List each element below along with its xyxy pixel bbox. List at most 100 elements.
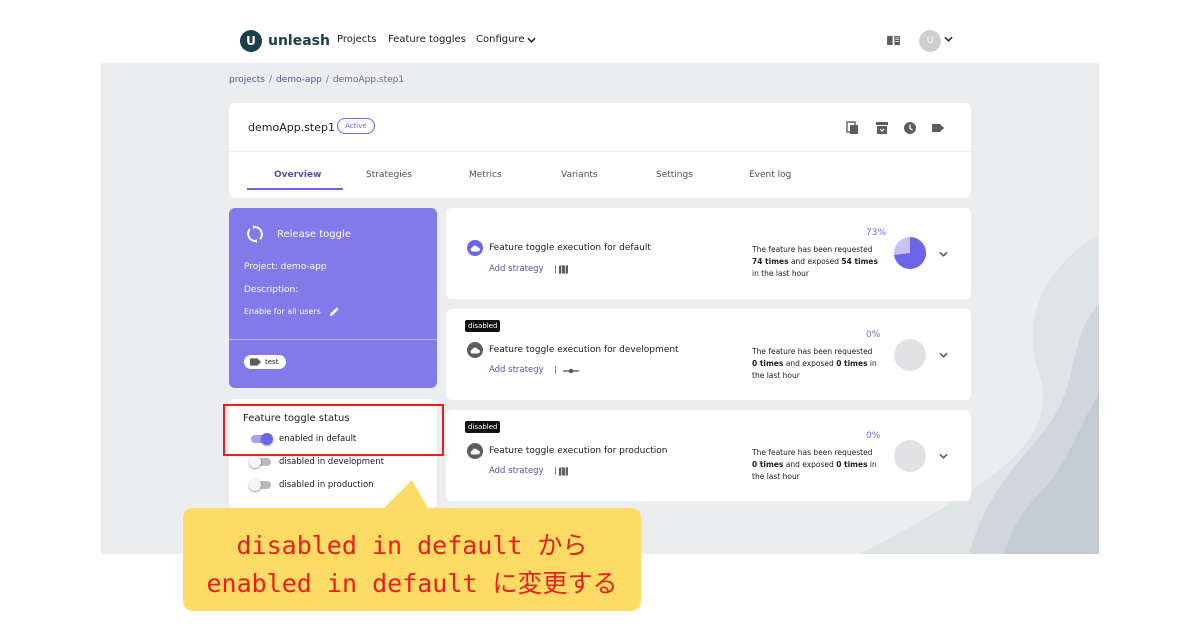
user-avatar[interactable]: U [919, 30, 941, 52]
callout-annotation: disabled in default から enabled in defaul… [183, 508, 641, 611]
main-content: projects / demo-app / demoApp.step1 demo… [101, 63, 1099, 554]
description-label: Description: [244, 285, 299, 295]
history-icon[interactable] [903, 121, 917, 135]
breadcrumb-separator: / [268, 75, 272, 85]
status-row-label: disabled in development [279, 457, 385, 467]
card-divider [229, 339, 437, 340]
nav-configure[interactable]: Configure [476, 34, 537, 45]
environment-card-development: disabled Feature toggle execution for de… [446, 309, 971, 400]
metrics-text: and exposed [783, 359, 837, 368]
metrics-text: The feature has been requested [752, 347, 873, 356]
tab-strategies[interactable]: Strategies [366, 170, 412, 180]
nav-projects[interactable]: Projects [337, 34, 376, 45]
expand-chevron-icon[interactable] [939, 453, 948, 459]
map-icon[interactable] [559, 467, 568, 476]
add-strategy-link[interactable]: Add strategy [489, 466, 544, 476]
tab-settings[interactable]: Settings [656, 170, 693, 180]
metrics-text: in [867, 359, 877, 368]
expand-chevron-icon[interactable] [939, 251, 948, 257]
separator: | [554, 466, 557, 475]
metrics-text: and exposed [788, 257, 842, 266]
breadcrumb: projects / demo-app / demoApp.step1 [229, 75, 404, 85]
cloud-icon [467, 443, 483, 459]
breadcrumb-project-link[interactable]: demo-app [276, 75, 322, 85]
pie-background [894, 440, 926, 472]
cloud-icon [467, 240, 483, 256]
exposure-pie-chart [894, 440, 926, 472]
metrics-text: The feature has been requested [752, 448, 873, 457]
tab-overview[interactable]: Overview [274, 170, 321, 180]
map-icon[interactable] [559, 265, 568, 274]
exposure-pie-chart [894, 237, 926, 269]
tag-chip[interactable]: test [244, 355, 287, 369]
environment-card-production: disabled Feature toggle execution for pr… [446, 410, 971, 501]
pie-background [894, 339, 926, 371]
metrics-text: The feature has been requested [752, 245, 873, 254]
tab-event-log[interactable]: Event log [749, 170, 791, 180]
feature-title: demoApp.step1 [248, 121, 335, 134]
disabled-badge: disabled [465, 421, 501, 433]
copy-icon[interactable] [846, 121, 860, 135]
environment-name: Feature toggle execution for default [489, 243, 651, 253]
chevron-down-icon [527, 37, 537, 43]
exposure-pie-chart [894, 339, 926, 371]
breadcrumb-current: demoApp.step1 [332, 75, 405, 85]
toggle-switch-development[interactable] [249, 455, 273, 469]
add-strategy-link[interactable]: Add strategy [489, 365, 544, 375]
callout-line-2: enabled in default に変更する [206, 569, 618, 598]
nav-feature-toggles[interactable]: Feature toggles [388, 34, 466, 45]
separator: | [554, 365, 557, 374]
project-label: Project: demo-app [244, 262, 327, 272]
status-row-development: disabled in development [249, 455, 384, 469]
status-row-label: disabled in production [279, 480, 374, 490]
breadcrumb-projects-link[interactable]: projects [229, 75, 265, 85]
callout-line-1: disabled in default から [236, 531, 588, 560]
environment-name: Feature toggle execution for development [489, 345, 679, 355]
environment-name: Feature toggle execution for production [489, 446, 668, 456]
active-tab-indicator [247, 188, 343, 190]
archive-icon[interactable] [875, 121, 889, 135]
metrics-summary: The feature has been requested 74 times … [752, 244, 884, 280]
environment-card-default: Feature toggle execution for default Add… [446, 208, 971, 299]
edit-pencil-icon[interactable] [329, 306, 340, 317]
release-toggle-icon [247, 225, 263, 243]
exposed-count: 0 times [836, 359, 868, 368]
metrics-text: the last hour [752, 371, 800, 380]
breadcrumb-separator: / [325, 75, 329, 85]
highlight-box [223, 404, 444, 456]
tab-variants[interactable]: Variants [561, 170, 598, 180]
nav-feature-toggles-label: Feature toggles [388, 34, 466, 45]
separator: | [554, 264, 557, 273]
expand-chevron-icon[interactable] [939, 352, 948, 358]
requested-count: 0 times [752, 460, 784, 469]
tab-metrics[interactable]: Metrics [469, 170, 502, 180]
metrics-text: and exposed [783, 460, 837, 469]
nav-configure-label: Configure [476, 34, 525, 45]
metrics-text: the last hour [752, 472, 800, 481]
toggle-switch-production[interactable] [249, 478, 273, 492]
logo-text: unleash [268, 33, 330, 49]
add-strategy-link[interactable]: Add strategy [489, 264, 544, 274]
top-navigation-bar: U unleash Projects Feature toggles Confi… [0, 0, 1200, 63]
feature-info-card: Release toggle Project: demo-app Descrip… [229, 208, 437, 388]
chevron-down-icon[interactable] [944, 36, 953, 42]
exposed-count: 0 times [836, 460, 868, 469]
tag-icon[interactable] [931, 121, 945, 135]
feature-header-card: demoApp.step1 Active Overview Strategies… [229, 103, 971, 198]
documentation-book-icon[interactable] [886, 35, 901, 46]
exposure-percentage: 0% [866, 330, 881, 340]
status-badge: Active [337, 118, 375, 134]
metrics-summary: The feature has been requested 0 times a… [752, 346, 884, 382]
metrics-text: in [867, 460, 877, 469]
commit-icon[interactable] [563, 368, 579, 374]
unleash-logo[interactable]: U unleash [240, 30, 330, 52]
nav-projects-label: Projects [337, 34, 377, 45]
description: Enable for all users [244, 306, 340, 317]
tag-label: test [265, 358, 279, 366]
exposure-percentage: 73% [866, 228, 887, 238]
requested-count: 0 times [752, 359, 784, 368]
toggle-type-label: Release toggle [277, 229, 351, 240]
description-text: Enable for all users [244, 307, 321, 316]
exposure-percentage: 0% [866, 431, 881, 441]
logo-mark-icon: U [240, 30, 262, 52]
